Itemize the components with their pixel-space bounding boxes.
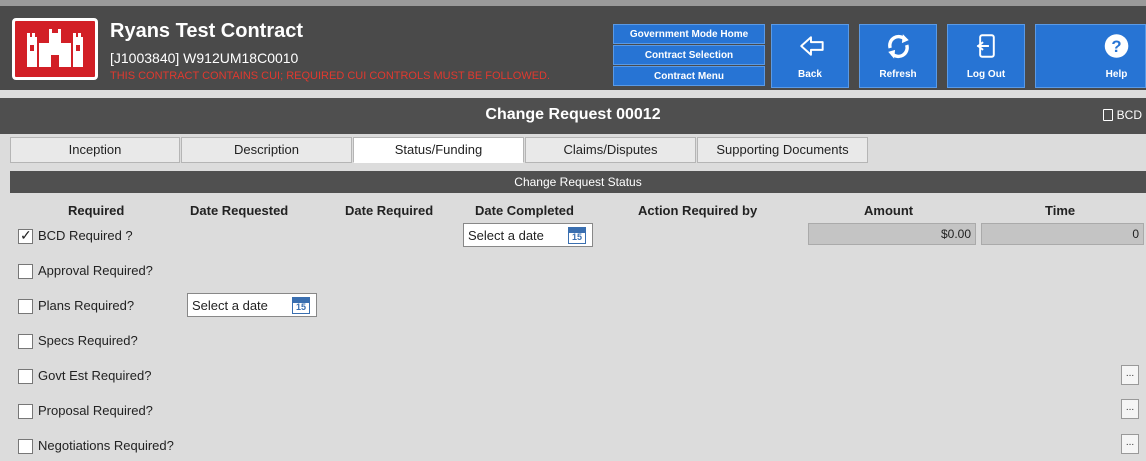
plans-required-checkbox[interactable]	[18, 299, 33, 314]
negotiations-more-button[interactable]: ...	[1121, 434, 1139, 454]
logout-label: Log Out	[966, 69, 1006, 80]
gov-button-group: Government Mode Home Contract Selection …	[613, 24, 765, 87]
column-header-date-completed: Date Completed	[475, 203, 574, 218]
row-label: BCD Required ?	[38, 228, 133, 243]
column-header-date-required: Date Required	[345, 203, 434, 218]
calendar-icon[interactable]: 15	[292, 297, 310, 314]
government-mode-home-button[interactable]: Government Mode Home	[613, 24, 765, 44]
contract-title: Ryans Test Contract	[110, 20, 304, 42]
date-completed-picker[interactable]: Select a date 15	[463, 223, 593, 247]
approval-required-checkbox[interactable]	[18, 264, 33, 279]
negotiations-required-checkbox[interactable]	[18, 439, 33, 454]
logout-icon	[976, 34, 995, 58]
bcd-label: BCD	[1116, 108, 1142, 122]
contract-selection-button[interactable]: Contract Selection	[613, 45, 765, 65]
amount-field[interactable]: $0.00	[808, 223, 976, 245]
date-placeholder: Select a date	[468, 228, 544, 243]
refresh-label: Refresh	[879, 69, 917, 80]
tab-supporting-documents[interactable]: Supporting Documents	[697, 137, 868, 163]
column-header-time: Time	[1045, 203, 1076, 218]
document-icon	[1102, 109, 1113, 121]
row-label: Govt Est Required?	[38, 368, 152, 383]
refresh-icon	[888, 34, 909, 59]
change-request-titlebar: Change Request 00012 BCD	[0, 98, 1146, 134]
row-label: Proposal Required?	[38, 403, 153, 418]
tab-inception[interactable]: Inception	[10, 137, 180, 163]
bcd-button[interactable]: BCD	[1102, 108, 1142, 122]
contract-menu-button[interactable]: Contract Menu	[613, 66, 765, 86]
back-arrow-icon	[800, 36, 824, 56]
govt-est-required-checkbox[interactable]	[18, 369, 33, 384]
cui-warning: THIS CONTRACT CONTAINS CUI; REQUIRED CUI…	[110, 70, 551, 82]
bcd-required-checkbox[interactable]	[18, 227, 33, 244]
column-header-action-required-by: Action Required by	[638, 203, 758, 218]
tab-claims-disputes[interactable]: Claims/Disputes	[525, 137, 696, 163]
svg-text:?: ?	[1111, 37, 1121, 56]
row-label: Approval Required?	[38, 263, 153, 278]
date-requested-picker[interactable]: Select a date 15	[187, 293, 317, 317]
tab-description[interactable]: Description	[181, 137, 352, 163]
column-header-required: Required	[68, 203, 125, 218]
help-label: Help	[1105, 69, 1128, 80]
calendar-icon[interactable]: 15	[568, 227, 586, 244]
page-title: Change Request 00012	[485, 106, 661, 123]
back-button[interactable]: Back	[771, 24, 849, 88]
proposal-more-button[interactable]: ...	[1121, 399, 1139, 419]
time-field[interactable]: 0	[981, 223, 1144, 245]
castle-logo-icon	[12, 18, 98, 80]
app-window: Ryans Test Contract [J1003840] W912UM18C…	[0, 0, 1146, 461]
app-header: Ryans Test Contract [J1003840] W912UM18C…	[0, 0, 1146, 90]
column-header-date-requested: Date Requested	[190, 203, 289, 218]
back-label: Back	[798, 69, 822, 80]
govt-est-more-button[interactable]: ...	[1121, 365, 1139, 385]
status-panel: Change Request Status Required Date Requ…	[10, 165, 1146, 461]
proposal-required-checkbox[interactable]	[18, 404, 33, 419]
refresh-button[interactable]: Refresh	[859, 24, 937, 88]
row-label: Negotiations Required?	[38, 438, 174, 453]
section-header: Change Request Status	[10, 171, 1146, 193]
tab-status-funding[interactable]: Status/Funding	[353, 137, 524, 163]
help-icon: ?	[1104, 34, 1129, 58]
column-header-amount: Amount	[864, 203, 914, 218]
row-label: Plans Required?	[38, 298, 135, 313]
row-label: Specs Required?	[38, 333, 138, 348]
logout-button[interactable]: Log Out	[947, 24, 1025, 88]
specs-required-checkbox[interactable]	[18, 334, 33, 349]
date-placeholder: Select a date	[192, 298, 268, 313]
contract-number: [J1003840] W912UM18C0010	[110, 50, 299, 66]
help-button[interactable]: ? Help	[1035, 24, 1146, 88]
